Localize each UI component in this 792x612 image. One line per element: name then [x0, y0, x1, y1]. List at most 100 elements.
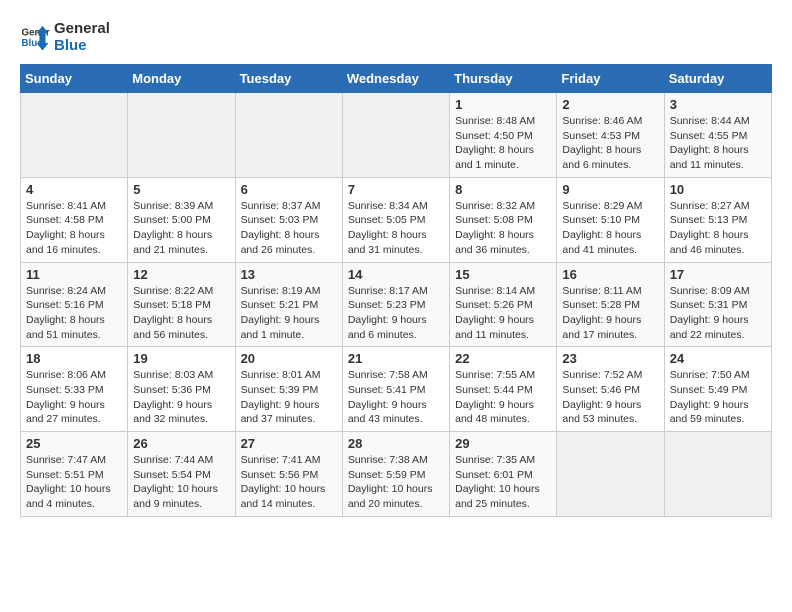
- day-info: Sunrise: 8:09 AM Sunset: 5:31 PM Dayligh…: [670, 284, 766, 343]
- day-info: Sunrise: 7:47 AM Sunset: 5:51 PM Dayligh…: [26, 453, 122, 512]
- day-number: 9: [562, 182, 658, 197]
- logo-icon: General Blue: [20, 22, 50, 52]
- calendar-week-row: 1 Sunrise: 8:48 AM Sunset: 4:50 PM Daylig…: [21, 93, 772, 178]
- calendar-cell: 12 Sunrise: 8:22 AM Sunset: 5:18 PM Dayli…: [128, 262, 235, 347]
- day-number: 26: [133, 436, 229, 451]
- day-number: 27: [241, 436, 337, 451]
- calendar-cell: 1 Sunrise: 8:48 AM Sunset: 4:50 PM Daylig…: [450, 93, 557, 178]
- day-info: Sunrise: 8:17 AM Sunset: 5:23 PM Dayligh…: [348, 284, 444, 343]
- day-info: Sunrise: 8:48 AM Sunset: 4:50 PM Dayligh…: [455, 114, 551, 173]
- day-number: 12: [133, 267, 229, 282]
- day-number: 22: [455, 351, 551, 366]
- day-info: Sunrise: 8:34 AM Sunset: 5:05 PM Dayligh…: [348, 199, 444, 258]
- day-info: Sunrise: 8:27 AM Sunset: 5:13 PM Dayligh…: [670, 199, 766, 258]
- day-info: Sunrise: 8:22 AM Sunset: 5:18 PM Dayligh…: [133, 284, 229, 343]
- calendar-body: 1 Sunrise: 8:48 AM Sunset: 4:50 PM Daylig…: [21, 93, 772, 517]
- day-info: Sunrise: 8:11 AM Sunset: 5:28 PM Dayligh…: [562, 284, 658, 343]
- calendar-cell: [21, 93, 128, 178]
- weekday-header-cell: Sunday: [21, 65, 128, 93]
- day-info: Sunrise: 8:03 AM Sunset: 5:36 PM Dayligh…: [133, 368, 229, 427]
- day-number: 15: [455, 267, 551, 282]
- calendar-cell: 2 Sunrise: 8:46 AM Sunset: 4:53 PM Daylig…: [557, 93, 664, 178]
- day-number: 16: [562, 267, 658, 282]
- calendar-cell: 20Sunrise: 8:01 AM Sunset: 5:39 PM Dayli…: [235, 347, 342, 432]
- day-number: 18: [26, 351, 122, 366]
- day-number: 29: [455, 436, 551, 451]
- calendar-cell: 17 Sunrise: 8:09 AM Sunset: 5:31 PM Dayli…: [664, 262, 771, 347]
- weekday-header-cell: Thursday: [450, 65, 557, 93]
- calendar-cell: 24 Sunrise: 7:50 AM Sunset: 5:49 PM Dayli…: [664, 347, 771, 432]
- calendar-cell: [128, 93, 235, 178]
- calendar-cell: 26Sunrise: 7:44 AM Sunset: 5:54 PM Dayli…: [128, 432, 235, 517]
- calendar-cell: 10 Sunrise: 8:27 AM Sunset: 5:13 PM Dayli…: [664, 177, 771, 262]
- weekday-header-cell: Tuesday: [235, 65, 342, 93]
- weekday-header-cell: Monday: [128, 65, 235, 93]
- day-number: 3: [670, 97, 766, 112]
- calendar-cell: 6 Sunrise: 8:37 AM Sunset: 5:03 PM Daylig…: [235, 177, 342, 262]
- day-number: 13: [241, 267, 337, 282]
- day-number: 1: [455, 97, 551, 112]
- calendar-cell: 27 Sunrise: 7:41 AM Sunset: 5:56 PM Dayli…: [235, 432, 342, 517]
- day-info: Sunrise: 8:41 AM Sunset: 4:58 PM Dayligh…: [26, 199, 122, 258]
- calendar-cell: 15 Sunrise: 8:14 AM Sunset: 5:26 PM Dayli…: [450, 262, 557, 347]
- calendar-cell: [235, 93, 342, 178]
- day-number: 14: [348, 267, 444, 282]
- calendar-cell: 21 Sunrise: 7:58 AM Sunset: 5:41 PM Dayli…: [342, 347, 449, 432]
- calendar-cell: 22 Sunrise: 7:55 AM Sunset: 5:44 PM Dayli…: [450, 347, 557, 432]
- day-number: 21: [348, 351, 444, 366]
- day-info: Sunrise: 7:55 AM Sunset: 5:44 PM Dayligh…: [455, 368, 551, 427]
- calendar-cell: 23 Sunrise: 7:52 AM Sunset: 5:46 PM Dayli…: [557, 347, 664, 432]
- calendar-cell: 16 Sunrise: 8:11 AM Sunset: 5:28 PM Dayli…: [557, 262, 664, 347]
- calendar-week-row: 25 Sunrise: 7:47 AM Sunset: 5:51 PM Dayli…: [21, 432, 772, 517]
- calendar-week-row: 11 Sunrise: 8:24 AM Sunset: 5:16 PM Dayli…: [21, 262, 772, 347]
- day-info: Sunrise: 8:19 AM Sunset: 5:21 PM Dayligh…: [241, 284, 337, 343]
- calendar-week-row: 4 Sunrise: 8:41 AM Sunset: 4:58 PM Daylig…: [21, 177, 772, 262]
- logo: General Blue General Blue: [20, 20, 110, 54]
- calendar-cell: 9 Sunrise: 8:29 AM Sunset: 5:10 PM Daylig…: [557, 177, 664, 262]
- calendar-cell: 29 Sunrise: 7:35 AM Sunset: 6:01 PM Dayli…: [450, 432, 557, 517]
- calendar-cell: [664, 432, 771, 517]
- calendar-cell: [342, 93, 449, 178]
- day-info: Sunrise: 8:39 AM Sunset: 5:00 PM Dayligh…: [133, 199, 229, 258]
- weekday-header-cell: Wednesday: [342, 65, 449, 93]
- day-info: Sunrise: 8:24 AM Sunset: 5:16 PM Dayligh…: [26, 284, 122, 343]
- day-number: 10: [670, 182, 766, 197]
- calendar-cell: 11 Sunrise: 8:24 AM Sunset: 5:16 PM Dayli…: [21, 262, 128, 347]
- day-info: Sunrise: 7:35 AM Sunset: 6:01 PM Dayligh…: [455, 453, 551, 512]
- day-info: Sunrise: 8:01 AM Sunset: 5:39 PM Dayligh…: [241, 368, 337, 427]
- day-info: Sunrise: 7:38 AM Sunset: 5:59 PM Dayligh…: [348, 453, 444, 512]
- day-number: 25: [26, 436, 122, 451]
- day-info: Sunrise: 7:52 AM Sunset: 5:46 PM Dayligh…: [562, 368, 658, 427]
- day-info: Sunrise: 8:06 AM Sunset: 5:33 PM Dayligh…: [26, 368, 122, 427]
- day-number: 23: [562, 351, 658, 366]
- calendar-table: SundayMondayTuesdayWednesdayThursdayFrid…: [20, 64, 772, 517]
- day-info: Sunrise: 8:14 AM Sunset: 5:26 PM Dayligh…: [455, 284, 551, 343]
- day-number: 24: [670, 351, 766, 366]
- page-header: General Blue General Blue: [20, 20, 772, 54]
- calendar-cell: 14 Sunrise: 8:17 AM Sunset: 5:23 PM Dayli…: [342, 262, 449, 347]
- day-number: 2: [562, 97, 658, 112]
- day-number: 17: [670, 267, 766, 282]
- day-number: 6: [241, 182, 337, 197]
- calendar-cell: 18 Sunrise: 8:06 AM Sunset: 5:33 PM Dayli…: [21, 347, 128, 432]
- day-number: 28: [348, 436, 444, 451]
- day-info: Sunrise: 7:58 AM Sunset: 5:41 PM Dayligh…: [348, 368, 444, 427]
- day-info: Sunrise: 8:29 AM Sunset: 5:10 PM Dayligh…: [562, 199, 658, 258]
- day-number: 7: [348, 182, 444, 197]
- day-info: Sunrise: 7:50 AM Sunset: 5:49 PM Dayligh…: [670, 368, 766, 427]
- day-info: Sunrise: 8:44 AM Sunset: 4:55 PM Dayligh…: [670, 114, 766, 173]
- day-info: Sunrise: 8:32 AM Sunset: 5:08 PM Dayligh…: [455, 199, 551, 258]
- calendar-cell: 28 Sunrise: 7:38 AM Sunset: 5:59 PM Dayli…: [342, 432, 449, 517]
- day-number: 11: [26, 267, 122, 282]
- weekday-header-row: SundayMondayTuesdayWednesdayThursdayFrid…: [21, 65, 772, 93]
- calendar-cell: 4 Sunrise: 8:41 AM Sunset: 4:58 PM Daylig…: [21, 177, 128, 262]
- day-number: 19: [133, 351, 229, 366]
- day-number: 4: [26, 182, 122, 197]
- calendar-cell: 7 Sunrise: 8:34 AM Sunset: 5:05 PM Daylig…: [342, 177, 449, 262]
- day-number: 5: [133, 182, 229, 197]
- day-info: Sunrise: 7:41 AM Sunset: 5:56 PM Dayligh…: [241, 453, 337, 512]
- calendar-cell: 5 Sunrise: 8:39 AM Sunset: 5:00 PM Daylig…: [128, 177, 235, 262]
- day-info: Sunrise: 8:46 AM Sunset: 4:53 PM Dayligh…: [562, 114, 658, 173]
- calendar-cell: 8Sunrise: 8:32 AM Sunset: 5:08 PM Daylig…: [450, 177, 557, 262]
- day-info: Sunrise: 8:37 AM Sunset: 5:03 PM Dayligh…: [241, 199, 337, 258]
